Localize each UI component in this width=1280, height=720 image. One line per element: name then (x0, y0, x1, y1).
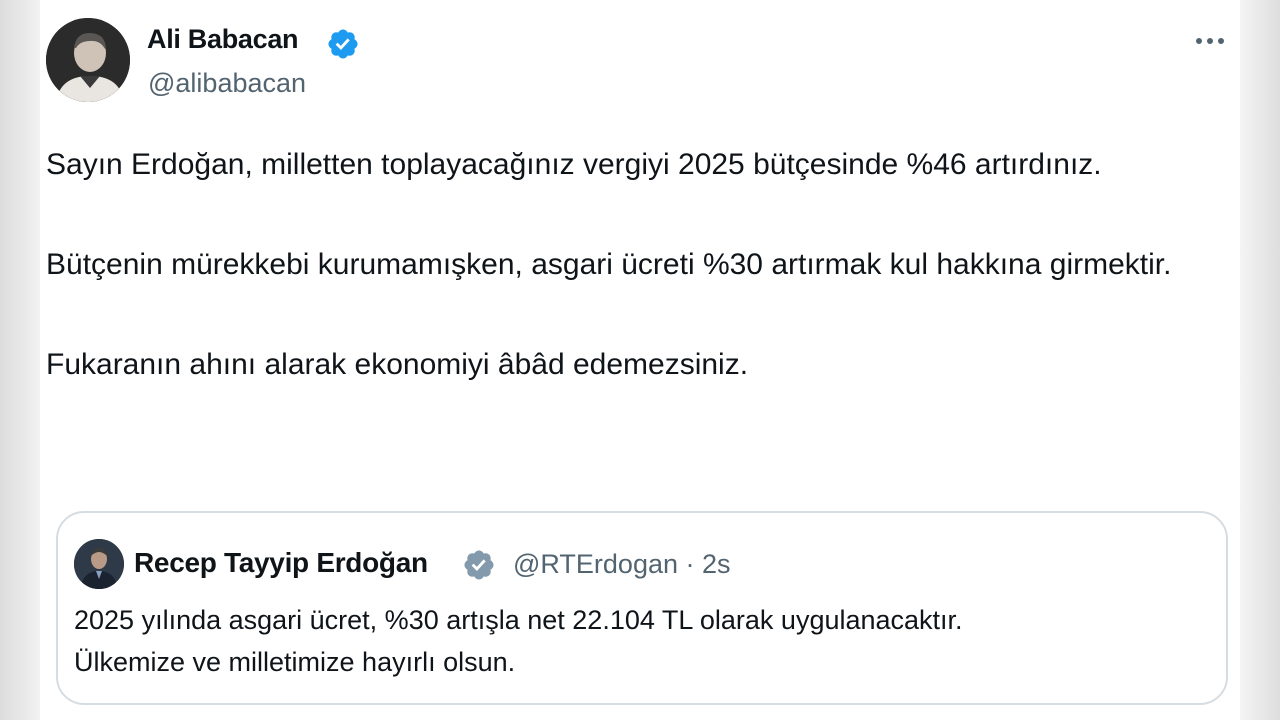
tweet-paragraph: Sayın Erdoğan, milletten toplayacağınız … (46, 148, 1102, 181)
author-avatar[interactable] (46, 18, 130, 102)
quoted-timestamp[interactable]: 2s (702, 549, 731, 579)
tweet-paragraph: Fukaranın ahını alarak ekonomiyi âbâd ed… (46, 348, 749, 381)
tweet-body: Sayın Erdoğan, milletten toplayacağınız … (46, 140, 1216, 390)
more-dot (1218, 38, 1224, 44)
quoted-line: 2025 yılında asgari ücret, %30 artışla n… (74, 605, 963, 635)
author-name[interactable]: Ali Babacan (147, 24, 299, 55)
quoted-tweet-body: 2025 yılında asgari ücret, %30 artışla n… (74, 599, 1204, 683)
quoted-author-name[interactable]: Recep Tayyip Erdoğan (134, 547, 428, 579)
verified-badge-icon (464, 550, 494, 580)
quoted-avatar-image (74, 539, 124, 589)
author-handle[interactable]: @alibabacan (148, 68, 306, 99)
quoted-meta: @RTErdogan · 2s (513, 549, 731, 580)
quoted-line: Ülkemize ve milletimize hayırlı olsun. (74, 647, 516, 677)
meta-separator: · (685, 549, 695, 579)
more-dot (1207, 38, 1213, 44)
quoted-author-avatar[interactable] (74, 539, 124, 589)
tweet-paragraph: Bütçenin mürekkebi kurumamışken, asgari … (46, 248, 1172, 281)
tweet-card: Ali Babacan @alibabacan Sayın Erdoğan, m… (40, 0, 1240, 720)
verified-badge-icon (328, 29, 358, 59)
author-avatar-image (46, 18, 130, 102)
quoted-tweet[interactable]: Recep Tayyip Erdoğan @RTErdogan · 2s 202… (56, 511, 1228, 705)
more-options-icon[interactable] (1190, 26, 1230, 56)
quoted-handle[interactable]: @RTErdogan (513, 549, 678, 579)
more-dot (1196, 38, 1202, 44)
